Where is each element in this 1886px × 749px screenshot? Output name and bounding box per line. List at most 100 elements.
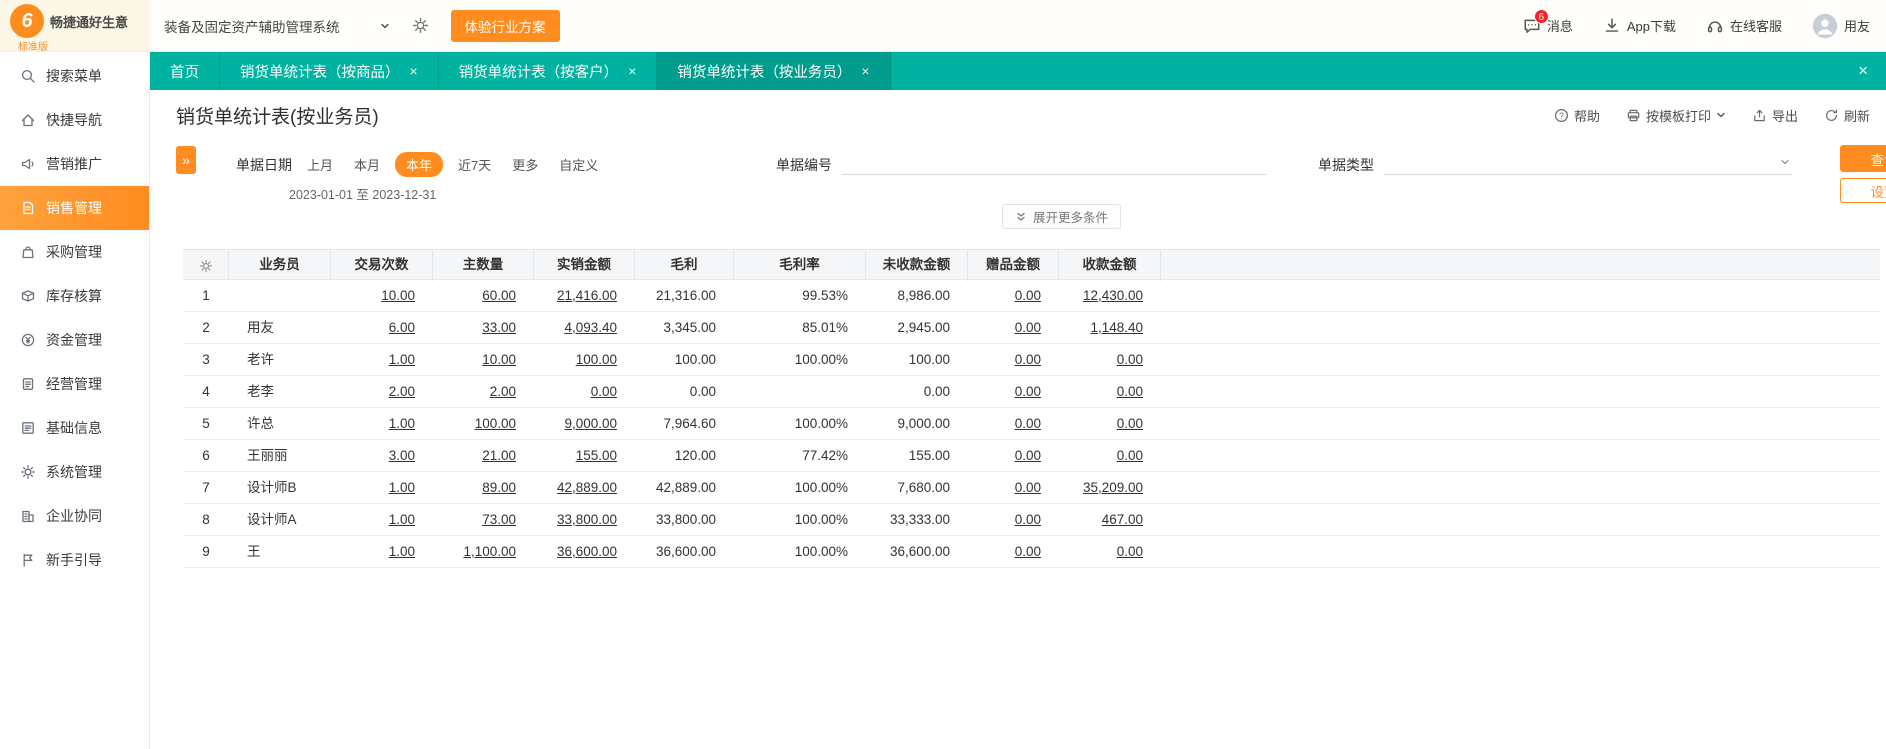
date-option-this-year[interactable]: 本年 <box>395 152 444 177</box>
column-header-salesperson[interactable]: 业务员 <box>229 250 331 281</box>
cell-trade-count-link[interactable]: 1.00 <box>331 504 433 536</box>
cell-sales-amount-link[interactable]: 36,600.00 <box>534 536 635 568</box>
cell-sales-amount-link[interactable]: 21,416.00 <box>534 280 635 312</box>
cell-received-amount-link[interactable]: 0.00 <box>1059 440 1161 472</box>
cell-gross-profit: 42,889.00 <box>655 480 716 495</box>
cell-received-amount-link[interactable]: 35,209.00 <box>1059 472 1161 504</box>
sidebar-item-sales[interactable]: 销售管理 <box>0 186 149 230</box>
doc-type-select[interactable] <box>1384 153 1792 175</box>
sidebar-item-funds[interactable]: 资金管理 <box>0 318 149 362</box>
column-header-gift-amount[interactable]: 赠品金额 <box>968 250 1059 281</box>
cell-received-amount-link[interactable]: 1,148.40 <box>1059 312 1161 344</box>
cell-received-amount-link[interactable]: 0.00 <box>1059 408 1161 440</box>
user-menu[interactable]: 用友 <box>1812 13 1870 39</box>
messages-button[interactable]: 6 消息 <box>1523 8 1573 35</box>
collapse-filter-button[interactable]: » <box>176 146 196 174</box>
sidebar-item-system[interactable]: 系统管理 <box>0 450 149 494</box>
cell-trade-count-link[interactable]: 6.00 <box>331 312 433 344</box>
print-by-template-button[interactable]: 按模板打印 <box>1626 106 1726 125</box>
sidebar-item-basic-info[interactable]: 基础信息 <box>0 406 149 450</box>
cell-gift-amount-link[interactable]: 0.00 <box>968 440 1059 472</box>
settings-gear-icon[interactable] <box>412 17 429 34</box>
cell-main-qty-link[interactable]: 1,100.00 <box>433 536 534 568</box>
cell-sales-amount-link[interactable]: 33,800.00 <box>534 504 635 536</box>
date-option-last-7-days[interactable]: 近7天 <box>452 152 497 177</box>
sidebar-item-purchase[interactable]: 采购管理 <box>0 230 149 274</box>
column-header-gross-margin[interactable]: 毛利率 <box>734 250 866 281</box>
cell-received-amount-link[interactable]: 467.00 <box>1059 504 1161 536</box>
online-service-button[interactable]: 在线客服 <box>1706 16 1782 35</box>
column-header-sales-amount[interactable]: 实销金额 <box>534 250 635 281</box>
date-option-last-month[interactable]: 上月 <box>301 152 339 177</box>
cell-gift-amount-link[interactable]: 0.00 <box>968 280 1059 312</box>
industry-plan-button[interactable]: 体验行业方案 <box>450 9 560 42</box>
tab-stats-by-salesperson[interactable]: 销货单统计表（按业务员） × <box>657 52 891 90</box>
cell-main-qty-link[interactable]: 100.00 <box>433 408 534 440</box>
cell-gift-amount-link[interactable]: 0.00 <box>968 536 1059 568</box>
date-option-this-month[interactable]: 本月 <box>348 152 386 177</box>
cell-trade-count-link[interactable]: 1.00 <box>331 408 433 440</box>
messages-label: 消息 <box>1546 19 1573 34</box>
cell-received-amount-link[interactable]: 0.00 <box>1059 536 1161 568</box>
cell-main-qty-link[interactable]: 89.00 <box>433 472 534 504</box>
column-header-unpaid-amount[interactable]: 未收款金额 <box>866 250 968 281</box>
expand-more-button[interactable]: 展开更多条件 <box>1002 204 1122 229</box>
cell-main-qty-link[interactable]: 10.00 <box>433 344 534 376</box>
doc-no-input[interactable] <box>842 153 1266 175</box>
cell-trade-count-link[interactable]: 1.00 <box>331 536 433 568</box>
cell-main-qty-link[interactable]: 60.00 <box>433 280 534 312</box>
cell-sales-amount-link[interactable]: 42,889.00 <box>534 472 635 504</box>
column-header-trade-count[interactable]: 交易次数 <box>331 250 433 281</box>
export-button[interactable]: 导出 <box>1752 106 1798 125</box>
cell-received-amount-link[interactable]: 0.00 <box>1059 344 1161 376</box>
cell-main-qty-link[interactable]: 21.00 <box>433 440 534 472</box>
column-header-received-amount[interactable]: 收款金额 <box>1059 250 1161 281</box>
column-settings-gear-icon[interactable] <box>183 250 229 281</box>
column-header-main-qty[interactable]: 主数量 <box>433 250 534 281</box>
cell-gift-amount-link[interactable]: 0.00 <box>968 472 1059 504</box>
column-header-gross-profit[interactable]: 毛利 <box>635 250 734 281</box>
sidebar-item-operations[interactable]: 经营管理 <box>0 362 149 406</box>
sidebar-item-quick-nav[interactable]: 快捷导航 <box>0 98 149 142</box>
cell-sales-amount-link[interactable]: 100.00 <box>534 344 635 376</box>
cell-gift-amount-link[interactable]: 0.00 <box>968 312 1059 344</box>
cell-sales-amount-link[interactable]: 0.00 <box>534 376 635 408</box>
cell-trade-count-link[interactable]: 1.00 <box>331 344 433 376</box>
cell-trade-count-link[interactable]: 2.00 <box>331 376 433 408</box>
close-all-tabs-icon[interactable]: × <box>1858 61 1886 81</box>
tab-close-icon[interactable]: × <box>861 64 869 78</box>
sidebar-item-collaboration[interactable]: 企业协同 <box>0 494 149 538</box>
cell-trade-count-link[interactable]: 3.00 <box>331 440 433 472</box>
cell-received-amount-link[interactable]: 0.00 <box>1059 376 1161 408</box>
cell-trade-count-link[interactable]: 10.00 <box>331 280 433 312</box>
sidebar-item-marketing[interactable]: 营销推广 <box>0 142 149 186</box>
sidebar-item-guide[interactable]: 新手引导 <box>0 538 149 582</box>
cell-trade-count-link[interactable]: 1.00 <box>331 472 433 504</box>
cell-main-qty-link[interactable]: 73.00 <box>433 504 534 536</box>
settings-button[interactable]: 设置 <box>1840 178 1886 203</box>
tab-close-icon[interactable]: × <box>410 64 418 78</box>
cell-sales-amount-link[interactable]: 4,093.40 <box>534 312 635 344</box>
cell-gift-amount-link[interactable]: 0.00 <box>968 408 1059 440</box>
date-option-custom[interactable]: 自定义 <box>553 152 604 177</box>
tab-close-icon[interactable]: × <box>628 64 636 78</box>
system-select[interactable]: 装备及固定资产辅助管理系统 <box>164 16 390 36</box>
cell-main-qty-link[interactable]: 2.00 <box>433 376 534 408</box>
sidebar-item-inventory[interactable]: 库存核算 <box>0 274 149 318</box>
tab-stats-by-customer[interactable]: 销货单统计表（按客户） × <box>439 52 658 90</box>
cell-gift-amount-link[interactable]: 0.00 <box>968 344 1059 376</box>
cell-gift-amount-link[interactable]: 0.00 <box>968 504 1059 536</box>
app-download-button[interactable]: App下载 <box>1603 16 1676 35</box>
tab-home[interactable]: 首页 <box>150 52 220 90</box>
cell-main-qty-link[interactable]: 33.00 <box>433 312 534 344</box>
sidebar-item-search-menu[interactable]: 搜索菜单 <box>0 54 149 98</box>
cell-received-amount-link[interactable]: 12,430.00 <box>1059 280 1161 312</box>
cell-gift-amount-link[interactable]: 0.00 <box>968 376 1059 408</box>
refresh-button[interactable]: 刷新 <box>1824 106 1870 125</box>
search-button[interactable]: 查询 <box>1840 145 1886 172</box>
cell-sales-amount-link[interactable]: 9,000.00 <box>534 408 635 440</box>
tab-stats-by-product[interactable]: 销货单统计表（按商品） × <box>220 52 439 90</box>
date-option-more[interactable]: 更多 <box>506 152 544 177</box>
cell-sales-amount-link[interactable]: 155.00 <box>534 440 635 472</box>
help-button[interactable]: ? 帮助 <box>1554 106 1600 125</box>
